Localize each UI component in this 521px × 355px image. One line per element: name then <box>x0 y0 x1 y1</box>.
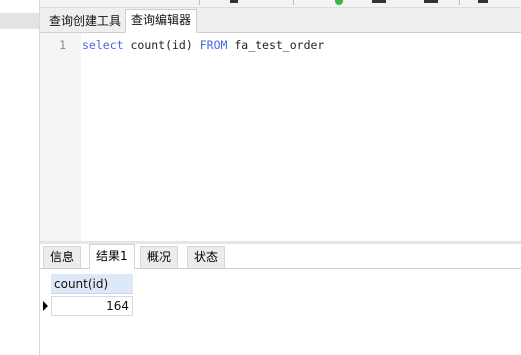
toolbar-icon[interactable] <box>478 0 488 3</box>
toolbar-separator <box>199 0 200 5</box>
toolbar <box>40 0 521 8</box>
tab-result-1[interactable]: 结果1 <box>89 244 135 269</box>
sql-keyword-select: select <box>82 38 124 52</box>
tab-profile[interactable]: 概况 <box>140 246 179 268</box>
toolbar-icon[interactable] <box>424 0 438 3</box>
code-line[interactable]: select count(id) FROM fa_test_order <box>82 38 324 52</box>
sql-table-name: fa_test_order <box>227 38 325 52</box>
sql-editor[interactable]: 1 select count(id) FROM fa_test_order <box>40 33 521 241</box>
toolbar-icon[interactable] <box>372 0 386 3</box>
tab-info[interactable]: 信息 <box>43 246 82 268</box>
line-number: 1 <box>59 38 66 52</box>
tab-status[interactable]: 状态 <box>187 246 226 268</box>
navigator-selected-row[interactable] <box>0 13 39 29</box>
query-tab-bar: 查询创建工具 查询编辑器 <box>40 8 521 33</box>
toolbar-icon[interactable] <box>230 0 238 3</box>
column-header-count-id[interactable]: count(id) <box>51 274 133 294</box>
toolbar-separator <box>459 0 460 5</box>
line-number-gutter: 1 <box>40 33 81 241</box>
object-navigator-pane <box>0 0 40 355</box>
result-grid: count(id) 164 <box>40 269 521 355</box>
result-tab-bar: 信息 结果1 概况 状态 <box>40 244 521 269</box>
run-icon[interactable] <box>335 0 343 5</box>
sql-expression: count(id) <box>123 38 200 52</box>
toolbar-separator <box>293 0 294 5</box>
sql-keyword-from: FROM <box>199 38 228 52</box>
tab-query-builder[interactable]: 查询创建工具 <box>44 11 127 31</box>
row-pointer-icon[interactable] <box>40 296 51 316</box>
tab-query-editor[interactable]: 查询编辑器 <box>125 9 198 33</box>
table-cell[interactable]: 164 <box>51 296 133 316</box>
